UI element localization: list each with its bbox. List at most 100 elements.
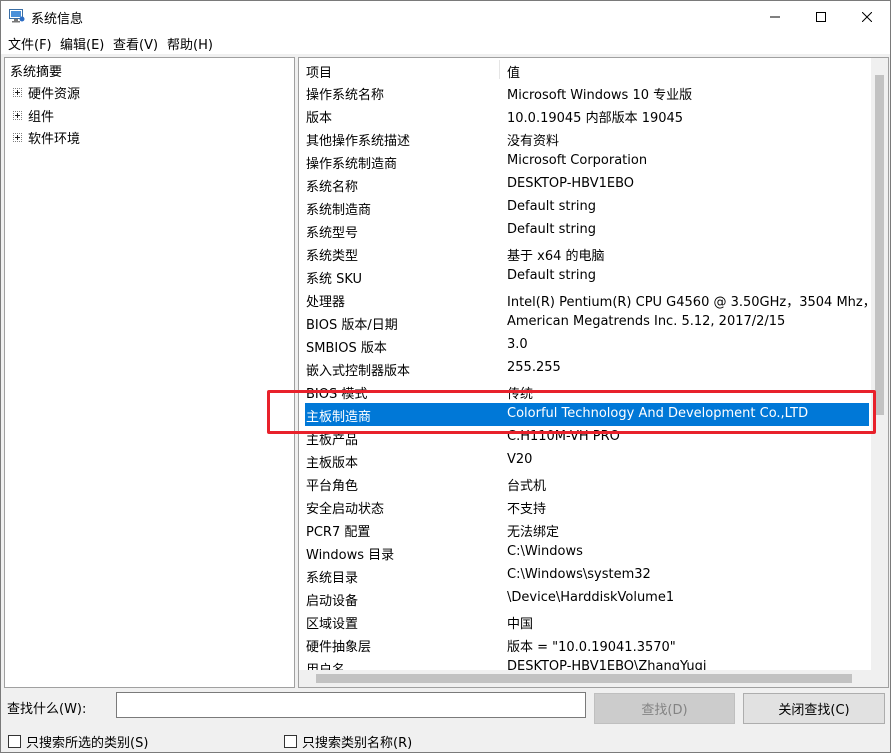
row-item: 系统名称 — [306, 180, 359, 195]
table-row[interactable]: PCR7 配置 无法绑定 — [303, 518, 869, 541]
details-rows: 操作系统名称 Microsoft Windows 10 专业版 版本 10.0.190… — [299, 81, 871, 671]
row-item: BIOS 模式 — [306, 387, 368, 402]
expand-icon[interactable] — [13, 133, 22, 142]
table-row[interactable]: 系统类型 基于 x64 的电脑 — [303, 242, 869, 265]
row-item: 其他操作系统描述 — [306, 134, 411, 149]
table-row[interactable]: 操作系统名称 Microsoft Windows 10 专业版 — [303, 81, 869, 104]
table-row[interactable]: 系统名称 DESKTOP-HBV1EBO — [303, 173, 869, 196]
row-value: 基于 x64 的电脑 — [507, 249, 605, 264]
menu-view[interactable]: 查看(V) — [113, 34, 158, 53]
menu-bar: 文件(F) 编辑(E) 查看(V) 帮助(H) — [1, 32, 890, 54]
column-header-value[interactable]: 值 — [507, 62, 520, 81]
row-item: PCR7 配置 — [306, 525, 371, 540]
horizontal-scrollbar[interactable] — [299, 670, 871, 687]
close-icon — [862, 11, 872, 22]
row-value: \Device\HarddiskVolume1 — [507, 590, 675, 605]
category-tree[interactable]: 系统摘要 硬件资源 组件 软件环境 — [4, 57, 295, 688]
table-row[interactable]: 系统目录 C:\Windows\system32 — [303, 564, 869, 587]
row-value: DESKTOP-HBV1EBO — [507, 176, 635, 191]
tree-item-hardware-resources[interactable]: 硬件资源 — [13, 83, 80, 102]
scrollbar-corner — [871, 670, 888, 687]
details-list[interactable]: 项目 值 操作系统名称 Microsoft Windows 10 专业版 版本 10.… — [298, 57, 889, 688]
expand-icon[interactable] — [13, 111, 22, 120]
table-row[interactable]: 主板版本 V20 — [303, 449, 869, 472]
column-header-item[interactable]: 项目 — [306, 62, 332, 81]
checkbox-box[interactable] — [8, 735, 21, 748]
row-item: 系统型号 — [306, 226, 359, 241]
checkbox-label: 只搜索所选的类别(S) — [26, 736, 149, 751]
row-item: Windows 目录 — [306, 548, 395, 563]
row-item: 主板版本 — [306, 456, 359, 471]
table-row[interactable]: 安全启动状态 不支持 — [303, 495, 869, 518]
table-row[interactable]: 主板产品 C.H110M-VH PRO — [303, 426, 869, 449]
row-value: Colorful Technology And Development Co.,… — [507, 406, 809, 421]
maximize-button[interactable] — [798, 1, 844, 32]
row-value: 255.255 — [507, 360, 561, 375]
table-row[interactable]: 系统制造商 Default string — [303, 196, 869, 219]
row-item: 主板制造商 — [306, 410, 372, 425]
vertical-scroll-thumb[interactable] — [875, 75, 884, 415]
table-row[interactable]: 版本 10.0.19045 内部版本 19045 — [303, 104, 869, 127]
row-item: 系统 SKU — [306, 272, 363, 287]
table-row[interactable]: SMBIOS 版本 3.0 — [303, 334, 869, 357]
window-title: 系统信息 — [31, 12, 84, 27]
row-item: 平台角色 — [306, 479, 359, 494]
row-value: Default string — [507, 199, 596, 214]
table-row[interactable]: Windows 目录 C:\Windows — [303, 541, 869, 564]
table-row[interactable]: 启动设备 \Device\HarddiskVolume1 — [303, 587, 869, 610]
find-button[interactable]: 查找(D) — [594, 693, 735, 724]
system-information-window: 系统信息 文件(F) 编辑(E) 查看(V) 帮助(H) 系统摘要 硬件资源 组… — [0, 0, 891, 753]
column-header: 项目 值 — [299, 58, 871, 81]
row-value: 没有资料 — [507, 134, 560, 149]
system-info-icon — [9, 9, 25, 23]
column-divider[interactable] — [499, 60, 500, 79]
table-row[interactable]: 系统型号 Default string — [303, 219, 869, 242]
row-item: BIOS 版本/日期 — [306, 318, 398, 333]
tree-item-components[interactable]: 组件 — [13, 106, 54, 125]
menu-help[interactable]: 帮助(H) — [167, 34, 213, 53]
row-value: C:\Windows\system32 — [507, 567, 651, 582]
row-value: C:\Windows — [507, 544, 583, 559]
minimize-button[interactable] — [752, 1, 798, 32]
table-row[interactable]: 平台角色 台式机 — [303, 472, 869, 495]
tree-item-system-summary[interactable]: 系统摘要 — [10, 61, 62, 80]
row-value: Microsoft Windows 10 专业版 — [507, 88, 693, 103]
table-row[interactable]: 其他操作系统描述 没有资料 — [303, 127, 869, 150]
row-value: 无法绑定 — [507, 525, 560, 540]
row-value: Default string — [507, 268, 596, 283]
menu-edit[interactable]: 编辑(E) — [60, 34, 104, 53]
horizontal-scroll-thumb[interactable] — [316, 674, 852, 683]
row-item: SMBIOS 版本 — [306, 341, 387, 356]
find-label: 查找什么(W): — [7, 702, 87, 717]
table-row[interactable]: 区域设置 中国 — [303, 610, 869, 633]
row-value: 10.0.19045 内部版本 19045 — [507, 111, 684, 126]
vertical-scrollbar[interactable] — [871, 58, 888, 670]
row-item: 系统制造商 — [306, 203, 372, 218]
row-value: 中国 — [507, 617, 534, 632]
table-row[interactable]: 处理器 Intel(R) Pentium(R) CPU G4560 @ 3.50G… — [303, 288, 871, 311]
table-row[interactable]: 嵌入式控制器版本 255.255 — [303, 357, 869, 380]
search-category-names-checkbox[interactable]: 只搜索类别名称(R) — [284, 732, 412, 751]
table-row[interactable]: 系统 SKU Default string — [303, 265, 869, 288]
table-row[interactable]: BIOS 模式 传统 — [303, 380, 869, 403]
close-button[interactable] — [844, 1, 890, 32]
tree-item-software-environment[interactable]: 软件环境 — [13, 128, 80, 147]
row-value: 传统 — [507, 387, 534, 402]
row-value: 台式机 — [507, 479, 547, 494]
find-input[interactable] — [116, 692, 586, 718]
close-find-button[interactable]: 关闭查找(C) — [743, 693, 885, 724]
tree-item-label: 软件环境 — [28, 132, 81, 147]
table-row[interactable]: 操作系统制造商 Microsoft Corporation — [303, 150, 869, 173]
table-row[interactable]: 硬件抽象层 版本 = "10.0.19041.3570" — [303, 633, 869, 656]
table-row[interactable]: 主板制造商 Colorful Technology And Development… — [305, 403, 869, 426]
search-selected-category-checkbox[interactable]: 只搜索所选的类别(S) — [8, 732, 148, 751]
checkbox-box[interactable] — [284, 735, 297, 748]
table-row[interactable]: BIOS 版本/日期 American Megatrends Inc. 5.12,… — [303, 311, 869, 334]
title-bar[interactable]: 系统信息 — [1, 1, 890, 32]
table-row[interactable]: 用户名 DESKTOP-HBV1EBO\ZhangYuqi — [303, 656, 869, 671]
row-item: 安全启动状态 — [306, 502, 385, 517]
row-item: 操作系统制造商 — [306, 157, 398, 172]
tree-item-label: 组件 — [28, 110, 55, 125]
expand-icon[interactable] — [13, 88, 22, 97]
menu-file[interactable]: 文件(F) — [8, 34, 52, 53]
